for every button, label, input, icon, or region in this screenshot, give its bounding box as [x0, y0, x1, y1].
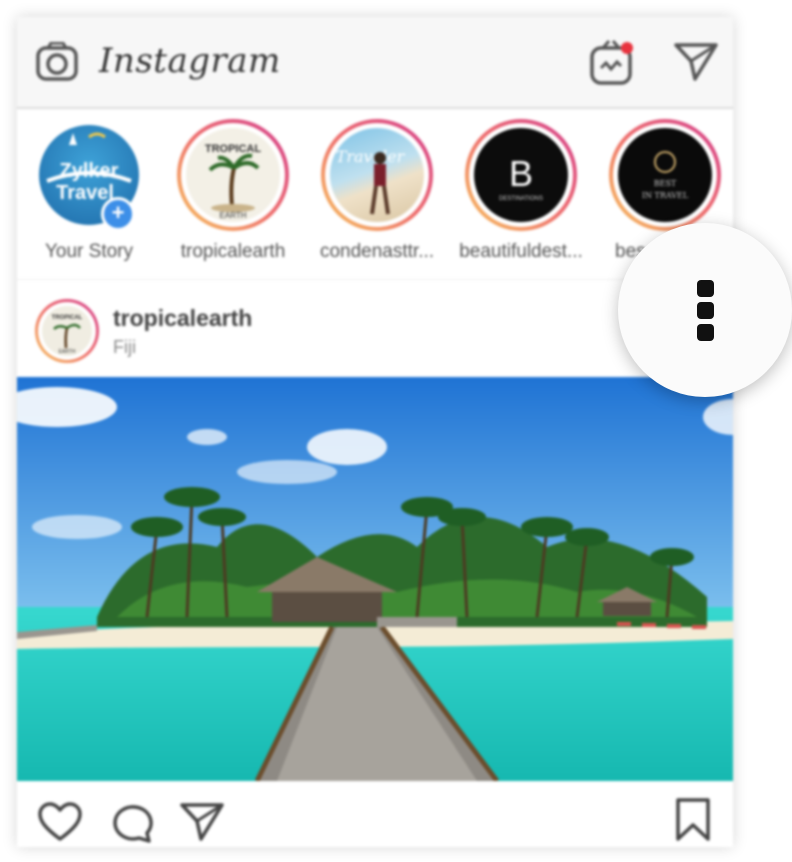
story-name: Your Story — [44, 241, 133, 262]
story-ring: BEST IN TRAVEL — [609, 119, 721, 231]
notification-dot — [621, 42, 633, 54]
story-avatar: Traveler — [330, 128, 424, 222]
svg-text:TROPICAL: TROPICAL — [205, 143, 262, 155]
story-avatar: TROPICAL EARTH — [186, 128, 280, 222]
svg-text:B: B — [509, 153, 533, 194]
story-ring: B DESTINATIONS — [465, 119, 577, 231]
top-bar: Instagram — [17, 17, 733, 109]
story-name: condenasttr... — [319, 241, 435, 262]
svg-text:Travel: Travel — [56, 182, 114, 204]
svg-text:EARTH: EARTH — [59, 349, 76, 355]
add-story-icon[interactable]: + — [101, 197, 135, 231]
svg-text:TROPICAL: TROPICAL — [52, 315, 83, 321]
comment-icon[interactable] — [109, 801, 153, 843]
svg-text:BEST: BEST — [654, 179, 677, 188]
post-image[interactable] — [17, 377, 733, 781]
more-options-button[interactable] — [618, 223, 792, 397]
svg-text:DESTINATIONS: DESTINATIONS — [499, 196, 543, 202]
story-ring: TROPICAL EARTH — [177, 119, 289, 231]
post-avatar[interactable]: TROPICAL EARTH — [35, 299, 99, 363]
story-beautifuldestinations[interactable]: B DESTINATIONS beautifuldest... — [451, 119, 591, 269]
story-tropicalearth[interactable]: TROPICAL EARTH tropicalearth — [163, 119, 303, 269]
heart-icon[interactable] — [37, 801, 83, 843]
igtv-icon[interactable] — [589, 39, 639, 87]
story-name: tropicalearth — [180, 241, 286, 262]
app-logo: Instagram — [99, 41, 281, 81]
bookmark-icon[interactable] — [673, 797, 713, 843]
story-avatar: BEST IN TRAVEL — [618, 128, 712, 222]
post-location[interactable]: Fiji — [113, 337, 136, 358]
post-username[interactable]: tropicalearth — [113, 305, 252, 332]
story-avatar-text: Zylker — [60, 160, 119, 182]
stories-tray[interactable]: Zylker Travel + Your Story TROPICAL EART… — [17, 109, 733, 280]
story-name: beautifuldest... — [459, 241, 583, 262]
story-avatar: B DESTINATIONS — [474, 128, 568, 222]
story-ring: Traveler — [321, 119, 433, 231]
story-your-story[interactable]: Zylker Travel + Your Story — [19, 119, 159, 269]
svg-text:IN TRAVEL: IN TRAVEL — [642, 191, 689, 200]
share-icon[interactable] — [179, 801, 225, 843]
post-actions — [17, 781, 733, 847]
svg-text:Traveler: Traveler — [336, 147, 406, 166]
camera-icon[interactable] — [35, 42, 79, 82]
direct-message-icon[interactable] — [673, 41, 719, 83]
story-condenasttraveler[interactable]: Traveler condenasttr... — [307, 119, 447, 269]
svg-text:EARTH: EARTH — [220, 211, 247, 220]
instagram-app: Instagram Zylker Travel + Your Story TRO… — [17, 17, 733, 847]
